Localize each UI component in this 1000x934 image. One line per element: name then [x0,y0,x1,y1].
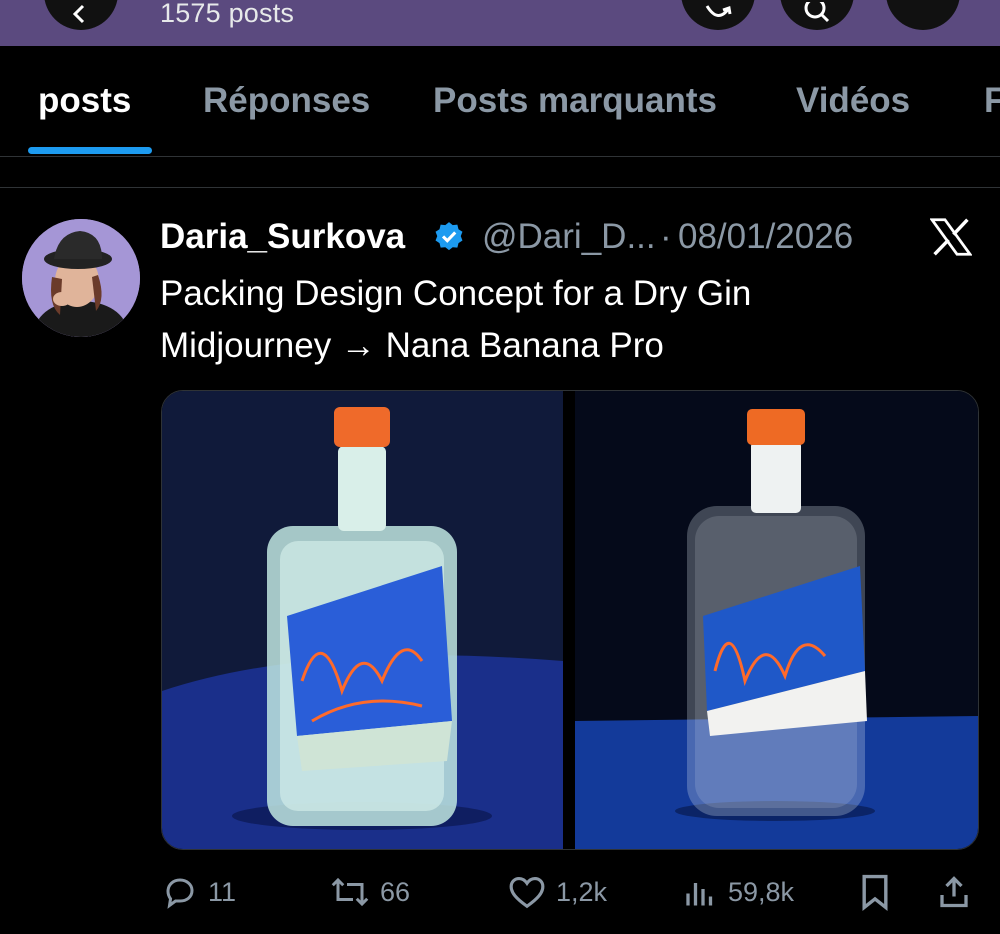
back-icon [72,4,85,24]
divider [0,187,1000,188]
back-button[interactable] [44,0,118,30]
tweet-text: Packing Design Concept for a Dry Gin Mid… [160,268,751,372]
tweet-media[interactable] [161,390,979,850]
author-name[interactable]: Daria_Surkova [160,214,405,260]
more-icon [908,2,938,24]
tweet-text-line-2: Midjourney → Nana Banana Pro [160,326,664,365]
reply-count: 11 [208,876,237,907]
refresh-button[interactable] [681,0,755,30]
avatar[interactable] [22,219,140,337]
bookmark-icon [862,874,888,911]
views-button[interactable]: 59,8k [682,862,794,922]
author-handle[interactable]: @Dari_D... [482,214,656,260]
like-count: 1,2k [556,876,608,907]
more-button[interactable] [886,0,960,30]
profile-header-bar: 1575 posts [0,0,1000,46]
tweet-text-line-1: Packing Design Concept for a Dry Gin [160,274,752,313]
tweet-actions: 11 66 1,2k 59,8k [0,862,1000,922]
post-count: 1575 posts [160,0,295,28]
repost-icon [331,877,369,907]
tweet-header: Daria_Surkova @Dari_D... · 08/01/2026 [160,214,980,260]
media-image-painted-bottle[interactable] [162,391,563,849]
post-date[interactable]: 08/01/2026 [678,214,853,260]
tab-videos[interactable]: Vidéos [796,78,910,124]
search-icon [804,2,830,23]
like-button[interactable]: 1,2k [508,862,607,922]
search-button[interactable] [780,0,854,30]
refresh-icon [705,5,732,17]
share-icon [940,876,968,908]
tab-highlights[interactable]: Posts marquants [433,78,717,124]
active-tab-indicator [28,147,152,154]
share-button[interactable] [936,862,972,922]
views-icon [686,883,713,906]
reply-icon [166,878,194,909]
reply-button[interactable]: 11 [162,862,236,922]
view-count: 59,8k [728,876,795,907]
bookmark-button[interactable] [858,862,892,922]
tab-photos[interactable]: F [984,78,1000,124]
like-icon [509,876,545,909]
verified-icon [435,222,463,251]
tab-posts[interactable]: posts [38,78,131,124]
media-image-photo-bottle[interactable] [575,391,978,849]
repost-count: 66 [380,876,411,907]
x-logo-icon [930,218,972,256]
tab-replies[interactable]: Réponses [203,78,370,124]
repost-button[interactable]: 66 [330,862,410,922]
separator-dot: · [660,217,672,256]
